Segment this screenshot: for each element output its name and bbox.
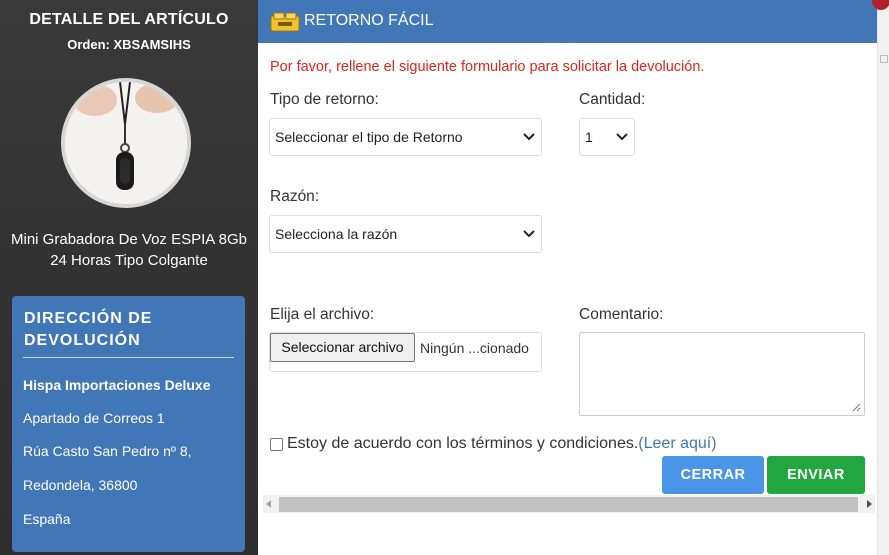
product-name-line2: 24 Horas Tipo Colgante	[50, 252, 208, 269]
file-name: Ningún ...cionado	[420, 340, 529, 356]
order-number: Orden: XBSAMSIHS	[67, 37, 191, 52]
address-line1: Apartado de Correos 1	[23, 410, 165, 426]
scrollbar-thumb[interactable]	[279, 497, 858, 512]
comment-label: Comentario:	[579, 306, 664, 323]
quantity-select[interactable]: 1	[579, 118, 635, 156]
reason-label: Razón:	[270, 188, 320, 205]
send-button[interactable]: ENVIAR	[767, 456, 865, 494]
terms-text: Estoy de acuerdo con los términos y cond…	[287, 435, 717, 453]
horizontal-scrollbar[interactable]	[263, 495, 875, 513]
file-label: Elija el archivo:	[270, 306, 375, 323]
chevron-down-icon	[523, 133, 535, 141]
return-type-label: Tipo de retorno:	[270, 91, 379, 108]
pendant-recorder-image	[65, 82, 187, 204]
form-title: RETORNO FÁCIL	[304, 12, 434, 29]
truck-box-icon	[270, 12, 300, 32]
resize-handle-icon[interactable]	[852, 403, 861, 412]
product-image	[61, 78, 191, 208]
divider	[23, 357, 234, 358]
vertical-scrollbar[interactable]	[877, 0, 889, 555]
comment-textarea[interactable]	[579, 332, 865, 416]
form-notice: Por favor, rellene el siguiente formular…	[270, 59, 705, 75]
quantity-value: 1	[585, 129, 593, 145]
close-button[interactable]: CERRAR	[662, 456, 764, 494]
product-name: Mini Grabadora De Voz ESPIA 8Gb 24 Horas…	[0, 229, 258, 271]
file-input: Seleccionar archivo Ningún ...cionado	[269, 332, 542, 372]
address-country: España	[23, 511, 71, 527]
scrollbar-marker	[880, 55, 888, 63]
scroll-right-icon[interactable]	[867, 500, 872, 508]
address-company: Hispa Importaciones Deluxe	[23, 377, 211, 393]
terms-checkbox[interactable]	[270, 438, 283, 451]
return-address-card: DIRECCIÓN DE DEVOLUCIÓN Hispa Importacio…	[12, 296, 245, 552]
return-address-heading: DIRECCIÓN DE DEVOLUCIÓN	[24, 308, 152, 352]
address-line2: Rúa Casto San Pedro nº 8,	[23, 443, 192, 459]
product-name-line1: Mini Grabadora De Voz ESPIA 8Gb	[11, 231, 247, 248]
chevron-down-icon	[616, 133, 628, 141]
return-address-heading-line2: DEVOLUCIÓN	[24, 332, 141, 349]
scroll-left-icon[interactable]	[266, 500, 271, 508]
address-line3: Redondela, 36800	[23, 477, 138, 493]
item-detail-panel: DETALLE DEL ARTÍCULO Orden: XBSAMSIHS Mi…	[0, 0, 258, 555]
terms-label: Estoy de acuerdo con los términos y cond…	[287, 435, 639, 452]
reason-select[interactable]: Selecciona la razón	[269, 215, 542, 253]
chevron-down-icon	[523, 230, 535, 238]
terms-link[interactable]: (Leer aquí)	[638, 435, 716, 452]
quantity-label: Cantidad:	[579, 91, 646, 108]
item-detail-title: DETALLE DEL ARTÍCULO	[29, 11, 229, 28]
form-header: RETORNO FÁCIL	[258, 0, 877, 43]
reason-value: Selecciona la razón	[275, 226, 398, 242]
return-address-heading-line1: DIRECCIÓN DE	[24, 310, 153, 327]
choose-file-button[interactable]: Seleccionar archivo	[270, 333, 415, 362]
return-type-value: Seleccionar el tipo de Retorno	[275, 129, 463, 145]
return-form-panel: RETORNO FÁCIL Por favor, rellene el sigu…	[258, 0, 877, 555]
return-type-select[interactable]: Seleccionar el tipo de Retorno	[269, 118, 542, 156]
